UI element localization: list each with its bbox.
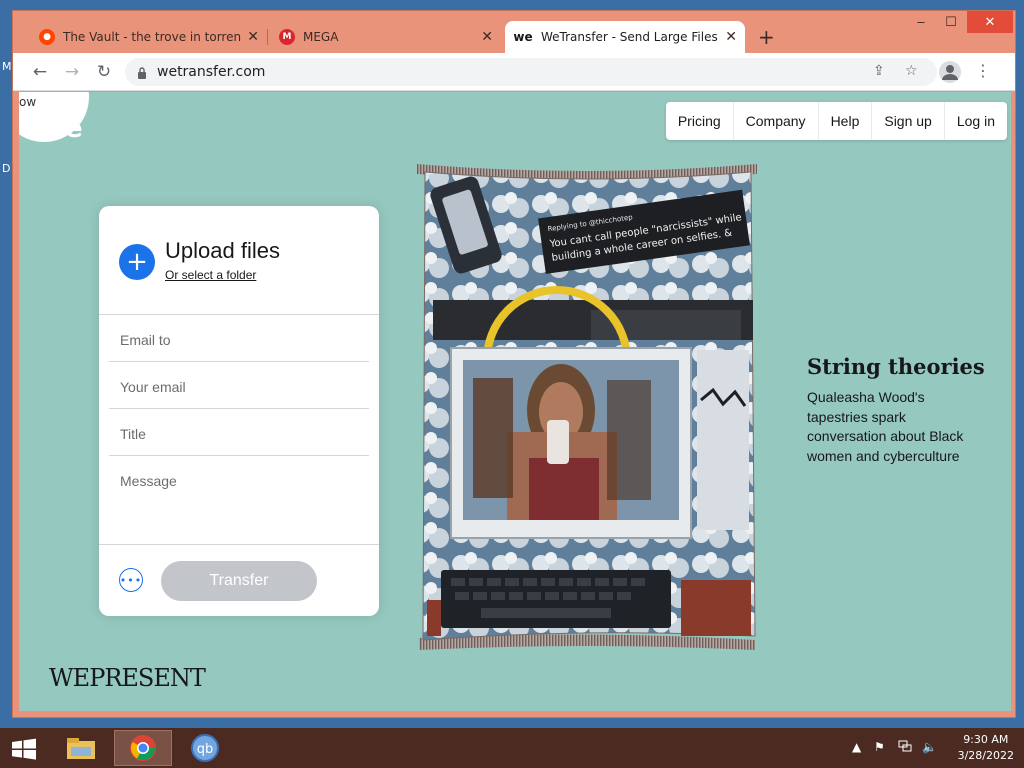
title-bar: ● The Vault - the trove in torrent fo ✕ … bbox=[13, 11, 1015, 53]
browser-toolbar: ← → ↻ wetransfer.com ⇪ ☆ ⋮ bbox=[13, 53, 1015, 91]
windows-start-icon[interactable] bbox=[10, 738, 38, 760]
panel-divider bbox=[99, 544, 379, 545]
your-email-field[interactable]: Your email bbox=[109, 363, 369, 409]
transfer-button[interactable]: Transfer bbox=[161, 561, 317, 601]
tab-separator bbox=[267, 29, 268, 45]
close-button[interactable]: ✕ bbox=[967, 11, 1013, 33]
nav-help[interactable]: Help bbox=[819, 102, 873, 140]
add-files-icon[interactable]: + bbox=[119, 244, 155, 280]
share-icon[interactable]: ⇪ bbox=[873, 63, 885, 79]
taskbar: qb ▲ ⚑ 🔈 9:30 AM 3/28/2022 bbox=[0, 728, 1024, 768]
wepresent-logo[interactable]: WEPRESENT bbox=[49, 664, 206, 692]
reddit-icon: ● bbox=[39, 29, 55, 45]
nav-company[interactable]: Company bbox=[734, 102, 819, 140]
qbittorrent-label: qb bbox=[197, 742, 214, 757]
tab-title: The Vault - the trove in torrent fo bbox=[63, 30, 242, 44]
upload-panel: + Upload files Or select a folder Email … bbox=[99, 206, 379, 616]
clock-date: 3/28/2022 bbox=[957, 749, 1014, 762]
tab-mega[interactable]: M MEGA ✕ bbox=[271, 21, 501, 53]
wetransfer-page: ow we Pricing Company Help Sign up Log i… bbox=[19, 92, 1011, 711]
lock-icon bbox=[137, 65, 147, 84]
nav-sign-up[interactable]: Sign up bbox=[872, 102, 945, 140]
title-field[interactable]: Title bbox=[109, 410, 369, 456]
message-field[interactable]: Message bbox=[109, 457, 369, 537]
tab-wetransfer[interactable]: we WeTransfer - Send Large Files & ✕ bbox=[505, 21, 745, 53]
wetransfer-logo[interactable]: we bbox=[43, 114, 83, 144]
profile-avatar[interactable] bbox=[939, 61, 961, 83]
logo-partial-text: ow bbox=[19, 95, 37, 109]
close-tab-icon[interactable]: ✕ bbox=[725, 29, 737, 45]
network-icon[interactable] bbox=[898, 740, 912, 755]
minimize-button[interactable]: ‒ bbox=[907, 11, 935, 33]
story-description[interactable]: Qualeasha Wood's tapestries spark conver… bbox=[807, 388, 987, 466]
action-center-flag-icon[interactable]: ⚑ bbox=[874, 740, 885, 754]
mega-icon: M bbox=[279, 29, 295, 45]
close-tab-icon[interactable]: ✕ bbox=[481, 29, 493, 45]
reload-icon[interactable]: ↻ bbox=[93, 61, 115, 83]
maximize-button[interactable]: ☐ bbox=[937, 11, 965, 33]
file-explorer-icon[interactable] bbox=[52, 730, 110, 766]
wetransfer-icon: we bbox=[513, 30, 533, 44]
qbittorrent-icon[interactable]: qb bbox=[176, 730, 234, 766]
clock[interactable]: 9:30 AM 3/28/2022 bbox=[958, 732, 1014, 764]
volume-muted-icon[interactable]: 🔈 bbox=[922, 740, 937, 754]
url-text: wetransfer.com bbox=[157, 64, 266, 80]
address-bar[interactable]: wetransfer.com ⇪ ☆ bbox=[125, 58, 937, 86]
nav-log-in[interactable]: Log in bbox=[945, 102, 1007, 140]
clock-time: 9:30 AM bbox=[963, 733, 1009, 746]
chrome-icon[interactable] bbox=[114, 730, 172, 766]
new-tab-button[interactable]: + bbox=[758, 25, 775, 49]
more-options-icon[interactable]: ••• bbox=[119, 568, 143, 592]
panel-divider bbox=[99, 314, 379, 315]
tab-title: MEGA bbox=[303, 30, 339, 44]
close-tab-icon[interactable]: ✕ bbox=[247, 29, 259, 45]
tapestry-artwork[interactable]: Replying to @thicchotep You cant call pe… bbox=[411, 160, 763, 652]
email-to-field[interactable]: Email to bbox=[109, 316, 369, 362]
desktop-edge-text: M bbox=[2, 60, 12, 73]
bookmark-star-icon[interactable]: ☆ bbox=[905, 63, 918, 79]
browser-menu-icon[interactable]: ⋮ bbox=[975, 61, 991, 80]
tray-overflow-icon[interactable]: ▲ bbox=[852, 740, 861, 754]
tab-reddit[interactable]: ● The Vault - the trove in torrent fo ✕ bbox=[31, 21, 267, 53]
nav-pricing[interactable]: Pricing bbox=[666, 102, 734, 140]
browser-window: ● The Vault - the trove in torrent fo ✕ … bbox=[12, 10, 1016, 718]
tab-title: WeTransfer - Send Large Files & bbox=[541, 30, 720, 44]
back-icon[interactable]: ← bbox=[29, 61, 51, 83]
top-navigation: Pricing Company Help Sign up Log in bbox=[665, 102, 1007, 140]
story-title[interactable]: String theories bbox=[807, 354, 985, 379]
upload-files-title[interactable]: Upload files bbox=[165, 238, 280, 264]
select-folder-link[interactable]: Or select a folder bbox=[165, 268, 256, 282]
desktop-edge-text: D bbox=[2, 162, 11, 175]
forward-icon[interactable]: → bbox=[61, 61, 83, 83]
